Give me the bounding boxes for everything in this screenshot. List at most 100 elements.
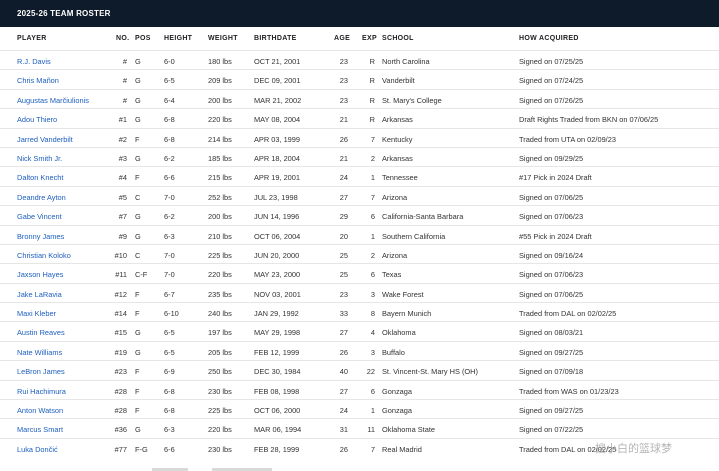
jersey-number: #36 xyxy=(114,425,127,435)
player-name[interactable]: Jaxson Hayes xyxy=(17,270,63,279)
column-header-position[interactable]: POS xyxy=(135,35,151,42)
age: 26 xyxy=(339,347,348,357)
birthdate: OCT 06, 2004 xyxy=(254,231,301,241)
birthdate: MAY 08, 2004 xyxy=(254,115,301,125)
jersey-number: #15 xyxy=(114,328,127,338)
player-name[interactable]: Dalton Knecht xyxy=(17,173,63,182)
weight: 220 lbs xyxy=(208,425,232,435)
experience: 2 xyxy=(370,153,375,163)
school: Arizona xyxy=(382,192,408,202)
school: Wake Forest xyxy=(382,289,424,299)
position: G xyxy=(135,115,141,125)
birthdate: JUN 20, 2000 xyxy=(254,250,300,260)
player-name[interactable]: R.J. Davis xyxy=(17,57,51,66)
experience: 11 xyxy=(367,425,375,435)
player-name[interactable]: Bronny James xyxy=(17,232,64,241)
player-name[interactable]: Luka Dončić xyxy=(17,445,58,454)
table-row: Christian Koloko #10 C 7-0 225 lbs JUN 20, 20… xyxy=(0,243,719,263)
player-name[interactable]: Maxi Kleber xyxy=(17,309,56,318)
age: 27 xyxy=(339,192,348,202)
roster-table: R.J. Davis # G 6-0 180 lbs OCT 21, 2001 23 R Nor… xyxy=(0,50,719,457)
position: F xyxy=(135,309,140,319)
player-name[interactable]: Rui Hachimura xyxy=(17,387,66,396)
player-name[interactable]: Augustas Marčiulionis xyxy=(17,96,89,105)
age: 23 xyxy=(339,76,348,86)
height: 6-4 xyxy=(164,95,175,105)
position: G xyxy=(135,95,141,105)
height: 6-0 xyxy=(164,57,175,66)
player-name[interactable]: Nick Smith Jr. xyxy=(17,154,62,163)
player-name[interactable]: Marcus Smart xyxy=(17,425,63,434)
player-name[interactable]: Christian Koloko xyxy=(17,251,71,260)
player-name[interactable]: Nate Williams xyxy=(17,348,62,357)
height: 7-0 xyxy=(164,192,175,202)
age: 20 xyxy=(339,231,348,241)
player-name[interactable]: Chris Mañon xyxy=(17,76,59,85)
weight: 185 lbs xyxy=(208,153,232,163)
column-header-how-acquired[interactable]: HOW ACQUIRED xyxy=(519,35,579,42)
position: G xyxy=(135,212,141,222)
birthdate: APR 19, 2001 xyxy=(254,173,301,183)
player-name[interactable]: Anton Watson xyxy=(17,406,63,415)
position: G xyxy=(135,328,141,338)
player-name[interactable]: Austin Reaves xyxy=(17,328,65,337)
birthdate: OCT 21, 2001 xyxy=(254,57,301,66)
height: 6-3 xyxy=(164,231,175,241)
column-header-player[interactable]: PLAYER xyxy=(17,35,47,42)
school: Arizona xyxy=(382,250,408,260)
column-header-height[interactable]: HEIGHT xyxy=(164,35,192,42)
player-name[interactable]: LeBron James xyxy=(17,367,65,376)
weight: 180 lbs xyxy=(208,57,232,66)
school: Texas xyxy=(382,270,402,280)
experience: R xyxy=(369,57,375,66)
column-header-birthdate[interactable]: BIRTHDATE xyxy=(254,35,297,42)
position: C-F xyxy=(135,270,148,280)
age: 21 xyxy=(339,153,348,163)
how-acquired: Traded from WAS on 01/23/23 xyxy=(519,386,619,396)
experience: 7 xyxy=(370,444,375,454)
jersey-number: #10 xyxy=(114,250,127,260)
column-header-school[interactable]: SCHOOL xyxy=(382,35,414,42)
school: Real Madrid xyxy=(382,444,422,454)
jersey-number: #7 xyxy=(118,212,127,222)
weight: 214 lbs xyxy=(208,134,232,144)
table-row: Anton Watson #28 F 6-8 225 lbs OCT 06, 2000 24… xyxy=(0,399,719,418)
age: 23 xyxy=(339,289,348,299)
school: California-Santa Barbara xyxy=(382,212,464,222)
table-row: LeBron James #23 F 6-9 250 lbs DEC 30, 1984 40… xyxy=(0,360,719,379)
column-header-experience[interactable]: EXP xyxy=(362,35,377,42)
table-row: Augustas Marčiulionis # G 6-4 200 lbs MAR 21,… xyxy=(0,88,719,108)
how-acquired: Signed on 08/03/21 xyxy=(519,328,584,338)
height: 6-6 xyxy=(164,173,175,183)
column-header-age[interactable]: AGE xyxy=(334,35,350,42)
how-acquired: Signed on 09/16/24 xyxy=(519,250,584,260)
player-name[interactable]: Jarred Vanderbilt xyxy=(17,135,73,144)
school: Arkansas xyxy=(382,115,413,125)
jersey-number: #1 xyxy=(118,115,127,125)
table-row: Deandre Ayton #5 C 7-0 252 lbs JUL 23, 1998 27… xyxy=(0,185,719,205)
school: Southern California xyxy=(382,231,446,241)
player-name[interactable]: Jake LaRavia xyxy=(17,290,62,299)
height: 6-8 xyxy=(164,386,175,396)
school: Buffalo xyxy=(382,347,405,357)
table-row: Jake LaRavia #12 F 6-7 235 lbs NOV 03, 2001 23… xyxy=(0,282,719,302)
birthdate: MAR 21, 2002 xyxy=(254,95,302,105)
position: G xyxy=(135,231,141,241)
jersey-number: #28 xyxy=(114,406,127,416)
experience: 8 xyxy=(370,309,375,319)
how-acquired: Signed on 07/06/23 xyxy=(519,270,584,280)
weight: 197 lbs xyxy=(208,328,232,338)
birthdate: DEC 30, 1984 xyxy=(254,367,301,377)
player-name[interactable]: Deandre Ayton xyxy=(17,193,66,202)
player-name[interactable]: Adou Thiero xyxy=(17,115,57,124)
column-header-weight[interactable]: WEIGHT xyxy=(208,35,238,42)
experience: 1 xyxy=(370,173,375,183)
school: Arkansas xyxy=(382,153,413,163)
birthdate: NOV 03, 2001 xyxy=(254,289,301,299)
school: Gonzaga xyxy=(382,406,412,416)
column-header-number[interactable]: NO. xyxy=(116,35,129,42)
player-name[interactable]: Gabe Vincent xyxy=(17,212,62,221)
school: Gonzaga xyxy=(382,386,412,396)
jersey-number: #5 xyxy=(118,192,127,202)
weight: 225 lbs xyxy=(208,250,232,260)
